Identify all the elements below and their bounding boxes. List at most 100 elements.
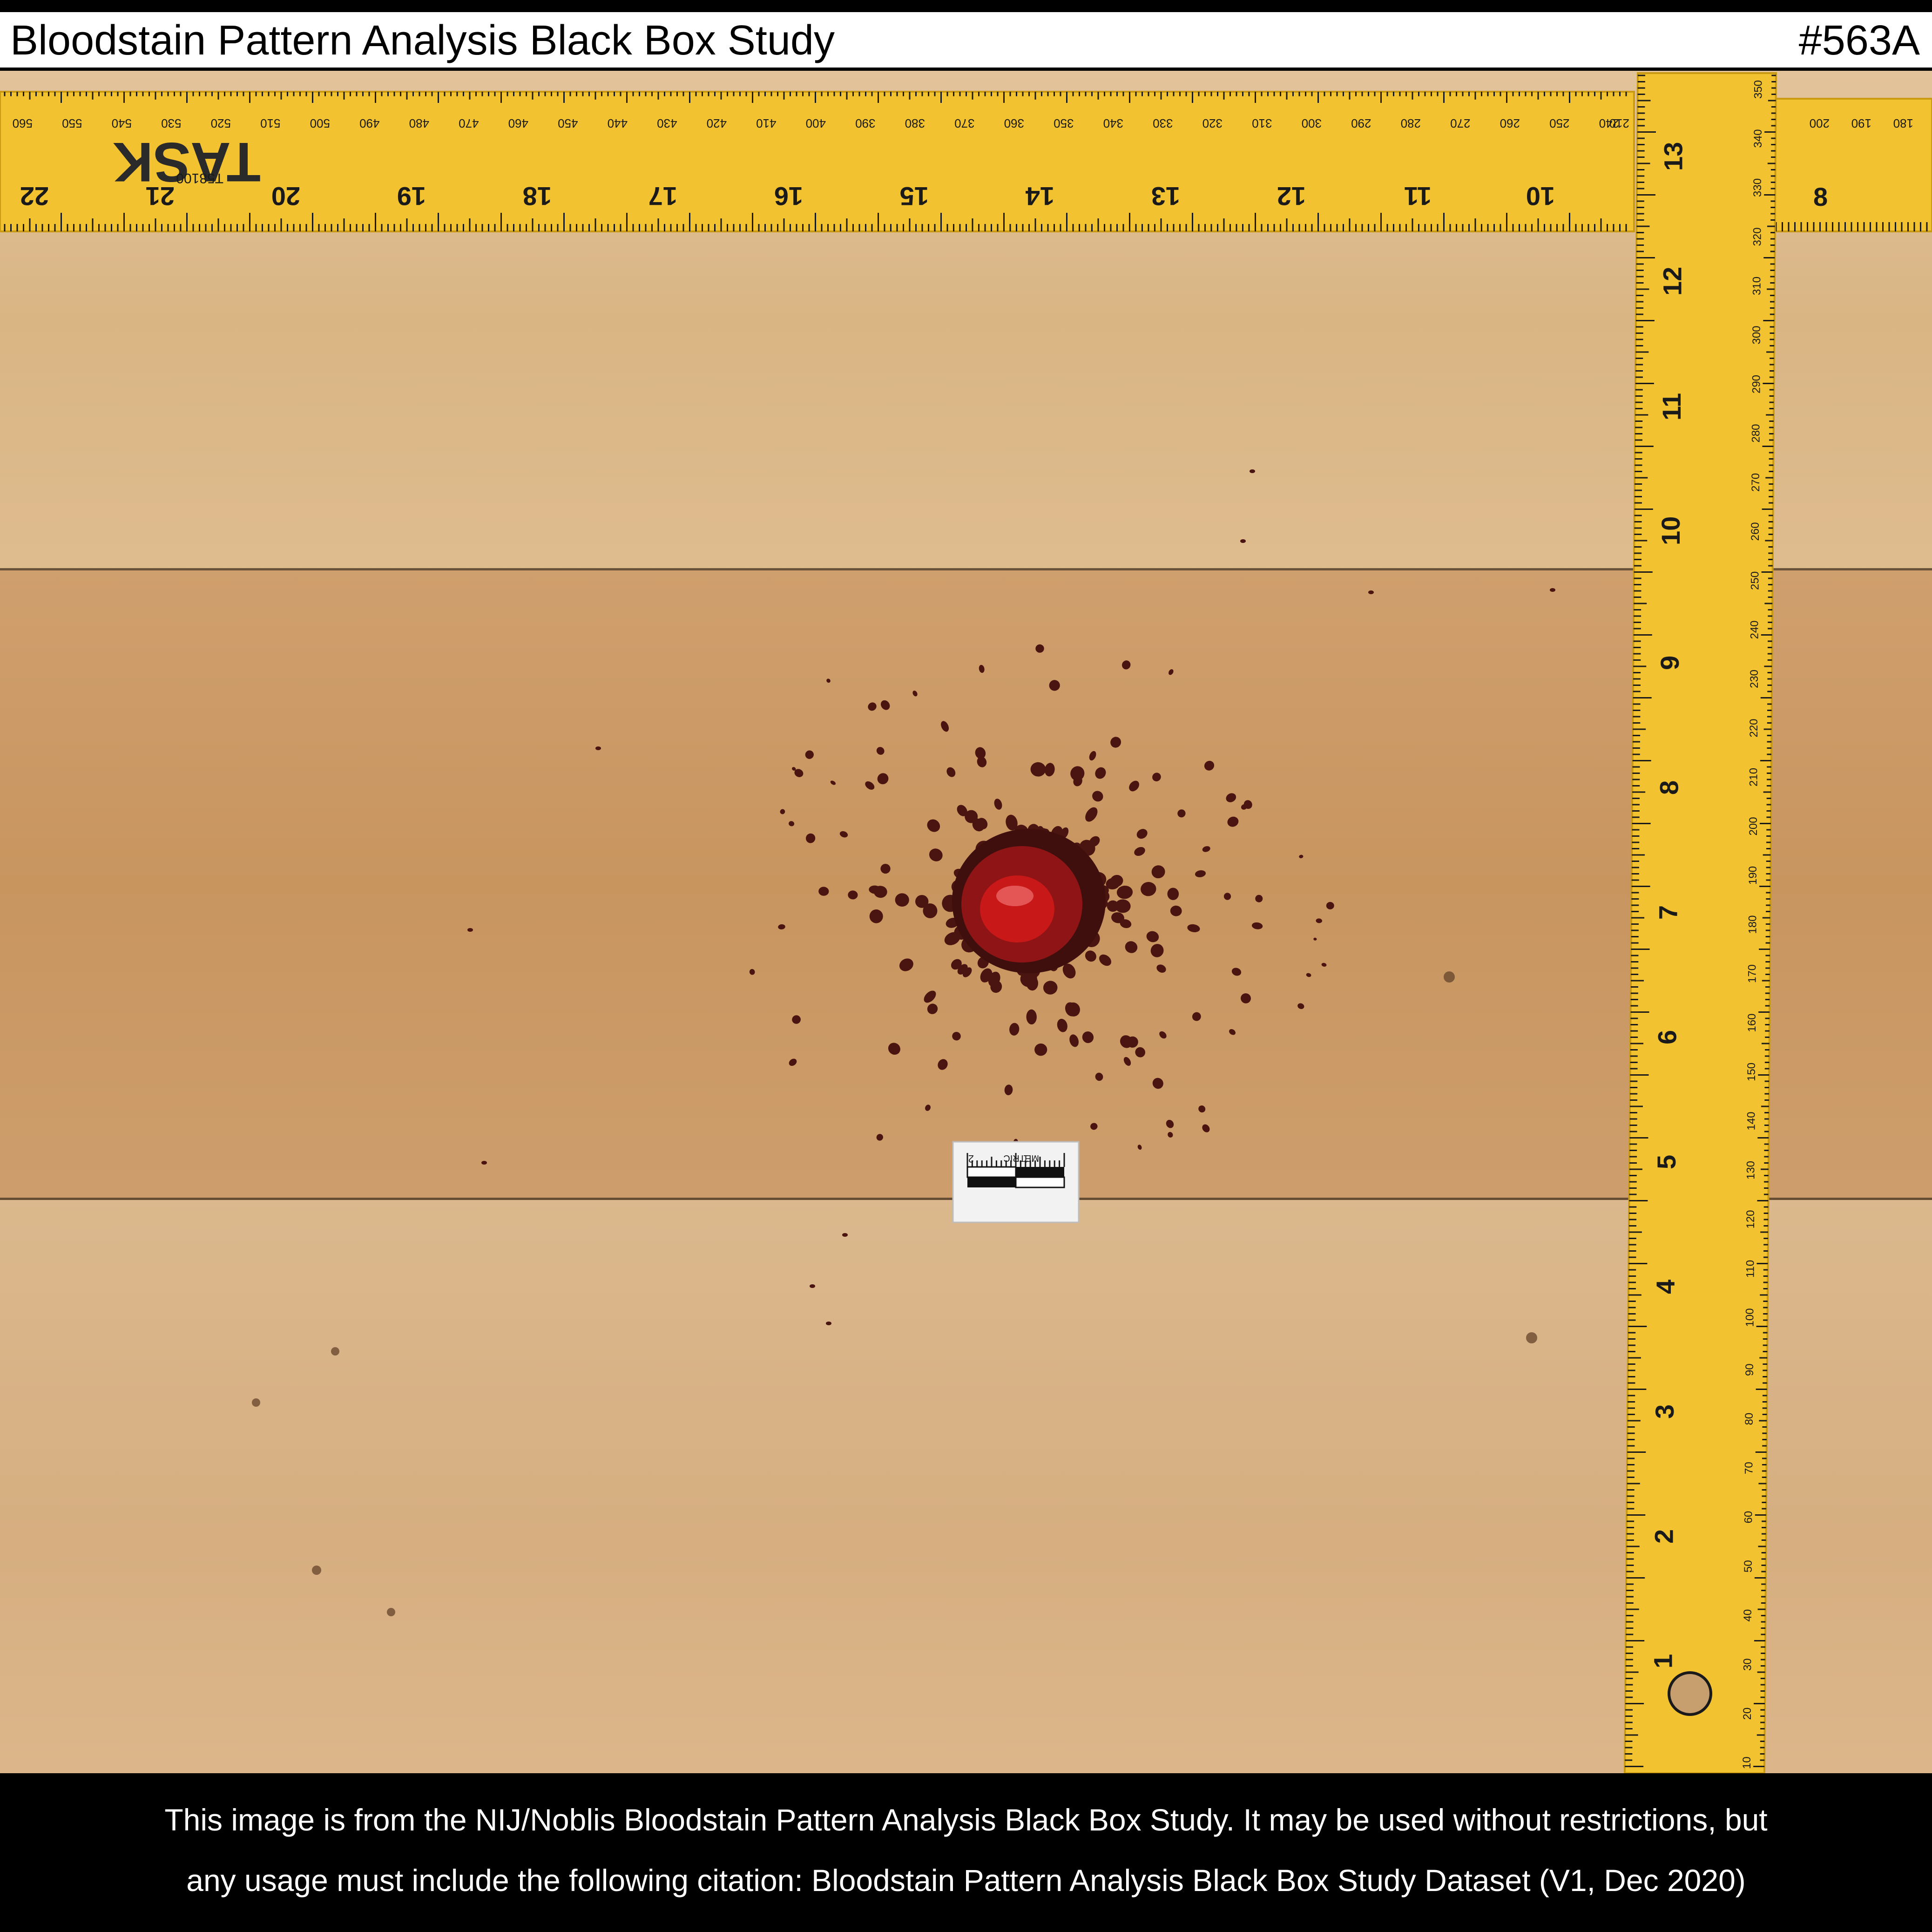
ruler-cm-label: 420: [707, 116, 727, 130]
blood-droplet: [749, 969, 755, 975]
blood-droplet: [1299, 854, 1304, 859]
blood-droplet: [1070, 766, 1085, 781]
ruler-cm-label: 110: [1744, 1260, 1756, 1278]
ruler-cm-label: 170: [1746, 964, 1759, 983]
blood-droplet: [780, 809, 785, 814]
blood-droplet: [818, 887, 829, 896]
blood-droplet: [912, 691, 918, 697]
scale-card: 2 METRIC 1: [952, 1141, 1080, 1223]
ruler-cm-label: 300: [1302, 116, 1322, 130]
blood-droplet: [899, 958, 913, 971]
ruler-cm-label: 550: [62, 116, 82, 130]
blood-droplet: [1255, 895, 1263, 902]
ruler-inch-label: 11: [1657, 393, 1686, 420]
ruler-cm-label: 350: [1054, 116, 1074, 130]
blood-droplet: [1135, 1047, 1145, 1058]
blood-droplet: [925, 1105, 931, 1111]
blood-droplet: [1095, 1072, 1103, 1081]
blood-droplet: [1306, 973, 1311, 977]
ruler-cm-label: 10: [1741, 1756, 1753, 1769]
ruler-cm-label: 70: [1743, 1462, 1755, 1474]
ruler-cm-label: 440: [608, 116, 628, 130]
blood-droplet: [1202, 846, 1210, 852]
ruler-cm-label: 270: [1450, 116, 1470, 130]
blood-droplet: [1150, 944, 1164, 957]
blood-droplet: [1152, 773, 1161, 782]
blood-droplet: [1229, 1029, 1236, 1035]
blood-droplet: [467, 928, 473, 932]
wood-knot: [1444, 971, 1455, 983]
blood-droplet: [1035, 644, 1044, 653]
blood-droplet: [924, 990, 936, 1003]
blood-droplet: [941, 721, 949, 732]
blood-droplet: [1231, 968, 1242, 976]
ruler-cm-label: 130: [1745, 1161, 1757, 1180]
ruler-inch-label: 6: [1653, 1030, 1682, 1044]
ruler-inch-label: 7: [1654, 905, 1683, 920]
ruler-cm-label: 40: [1742, 1609, 1754, 1622]
ruler-cm-label: 480: [409, 116, 429, 130]
ruler-cm-label: 210: [1609, 116, 1629, 130]
ruler-cm-label: 330: [1751, 178, 1764, 197]
ruler-cm-label: 230: [1748, 670, 1761, 688]
blood-droplet: [1227, 816, 1239, 827]
blood-droplet: [994, 799, 1002, 810]
header-bar: Bloodstain Pattern Analysis Black Box St…: [0, 0, 1932, 71]
blood-droplet: [979, 664, 985, 673]
ruler-cm-label: 320: [1202, 116, 1223, 130]
blood-droplet: [1085, 807, 1098, 822]
blood-droplet: [1123, 1057, 1131, 1066]
blood-droplet: [1251, 922, 1263, 929]
ruler-cm-label: 560: [13, 116, 33, 130]
blood-droplet: [805, 833, 816, 843]
blood-droplet: [1082, 1031, 1094, 1044]
wood-knot: [387, 1608, 395, 1616]
blood-droplet: [842, 1233, 848, 1237]
ruler-inch-label: 13: [1151, 182, 1180, 211]
blood-droplet: [1550, 588, 1555, 592]
ruler-cm-label: 180: [1893, 116, 1913, 130]
blood-droplet: [1122, 660, 1131, 670]
ruler-inch-label: 10: [1656, 516, 1685, 545]
ruler-cm-label: 220: [1748, 719, 1760, 737]
blood-droplet: [1159, 1031, 1167, 1039]
ruler-cm-label: 470: [459, 116, 479, 130]
blood-droplet: [1195, 870, 1206, 877]
citation-footer: This image is from the NIJ/Noblis Bloods…: [0, 1773, 1932, 1932]
blood-droplet: [792, 1015, 801, 1024]
blood-droplet: [952, 1031, 961, 1041]
ruler-inch-label: 20: [271, 182, 300, 211]
ruler-model-label: T58100: [176, 170, 223, 186]
ruler-cm-label: 390: [855, 116, 875, 130]
blood-droplet: [789, 1058, 797, 1066]
blood-droplet: [1250, 469, 1255, 473]
ruler-cm-label: 300: [1750, 325, 1763, 344]
ruler-cm-label: 280: [1401, 116, 1421, 130]
ruler-cm-label: 310: [1252, 116, 1272, 130]
ruler-inch-label: 18: [523, 182, 552, 211]
blood-droplet: [1202, 1124, 1210, 1132]
ruler-cm-label: 330: [1153, 116, 1173, 130]
ruler-cm-label: 500: [310, 116, 330, 130]
ruler-cm-label: 280: [1750, 424, 1763, 442]
ruler-cm-label: 510: [260, 116, 280, 130]
ruler-inch-label: 8: [1654, 780, 1683, 795]
ruler-cm-label: 260: [1749, 522, 1762, 541]
ruler-cm-label: 360: [1004, 116, 1024, 130]
blood-droplet: [1152, 1078, 1163, 1089]
blood-droplet: [1241, 993, 1251, 1003]
blood-droplet: [1134, 847, 1145, 856]
blood-droplet: [1125, 941, 1138, 953]
photo-overlay: 22 21 20 19 18 17 16 15 14 13 12 11 10 8560 550 540 530 5…: [0, 72, 1932, 1773]
blood-droplet: [1169, 669, 1174, 675]
ruler-inch-label: 11: [1404, 182, 1432, 211]
ruler-cm-label: 190: [1747, 866, 1759, 885]
ruler-cm-label: 270: [1750, 473, 1762, 492]
blood-droplet: [1092, 791, 1103, 802]
ruler-cm-label: 250: [1549, 116, 1569, 130]
blood-droplet: [1168, 1132, 1173, 1138]
blood-droplet: [1146, 931, 1159, 942]
blood-droplet: [1170, 905, 1182, 916]
ruler-inch-label: 4: [1651, 1280, 1680, 1294]
blood-droplet: [888, 1043, 900, 1055]
